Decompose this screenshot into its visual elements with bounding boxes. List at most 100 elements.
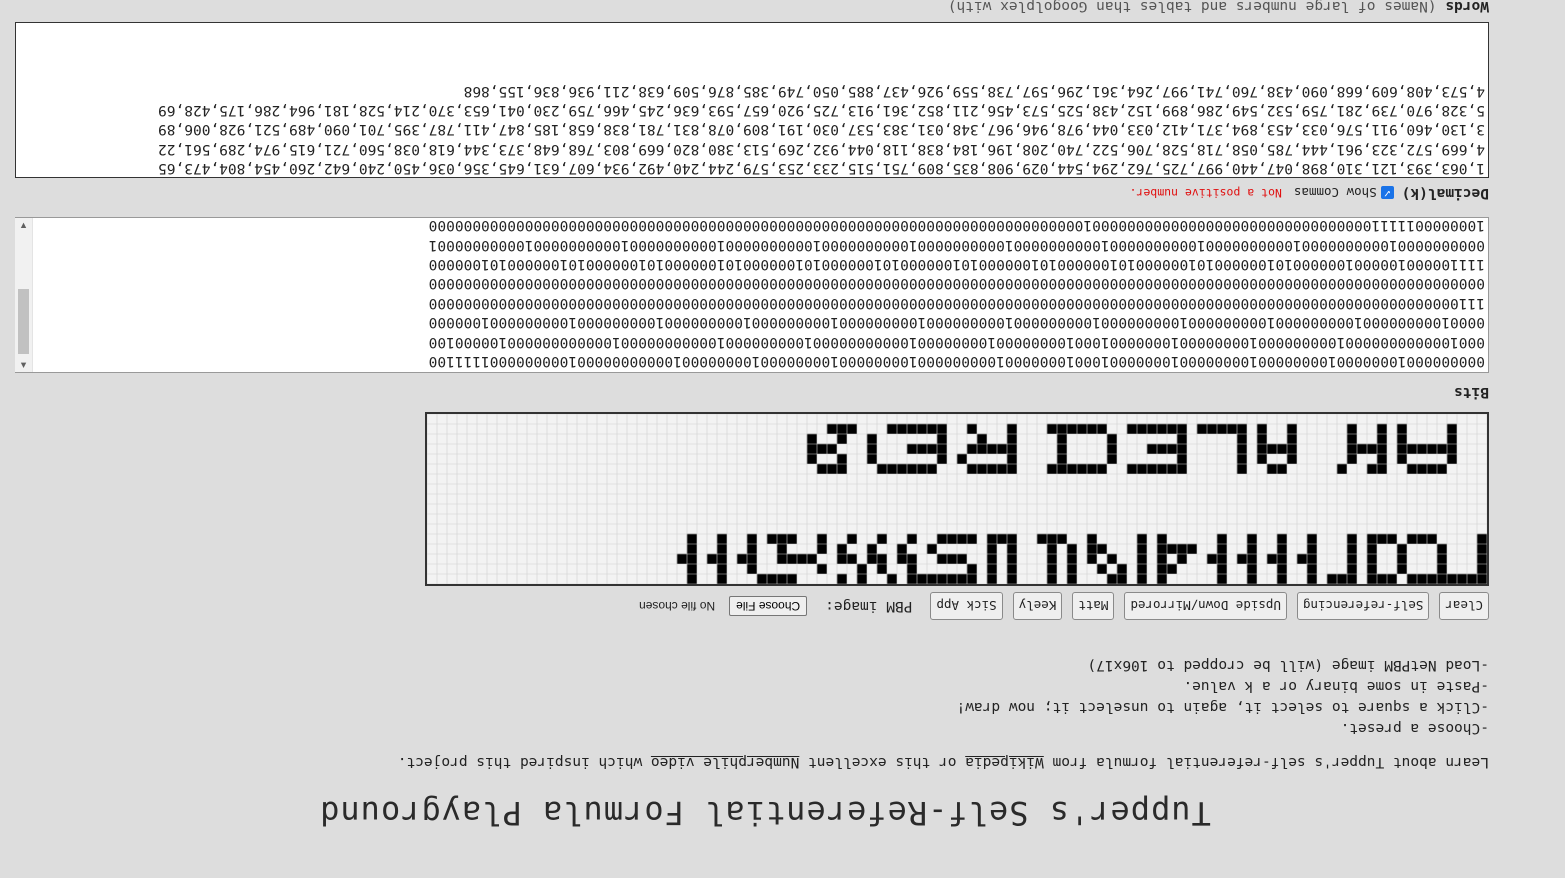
grid-cell-on[interactable] — [1006, 433, 1017, 444]
grid-cell-on[interactable] — [846, 553, 857, 564]
grid-cell-on[interactable] — [1216, 573, 1227, 584]
grid-cell-on[interactable] — [1106, 553, 1117, 564]
grid-cell-on[interactable] — [1066, 423, 1077, 434]
grid-cell-on[interactable] — [1126, 463, 1137, 474]
grid-cell-on[interactable] — [1206, 423, 1217, 434]
grid-cell-on[interactable] — [1416, 573, 1427, 584]
grid-cell-on[interactable] — [1006, 543, 1017, 554]
grid-cell-on[interactable] — [1166, 463, 1177, 474]
grid-cell-on[interactable] — [946, 553, 957, 564]
grid-cell-on[interactable] — [1446, 453, 1457, 464]
grid-cell-on[interactable] — [1406, 443, 1417, 454]
grid-cell-on[interactable] — [836, 463, 847, 474]
grid-cell-on[interactable] — [956, 533, 967, 544]
grid-cell-on[interactable] — [1046, 423, 1057, 434]
grid-cell-on[interactable] — [1276, 443, 1287, 454]
grid-cell-on[interactable] — [1136, 533, 1147, 544]
grid-cell-on[interactable] — [1346, 443, 1357, 454]
grid-cell-on[interactable] — [1006, 533, 1017, 544]
grid-cell-on[interactable] — [1376, 433, 1387, 444]
grid-cell-on[interactable] — [1136, 573, 1147, 584]
grid-cell-on[interactable] — [1436, 553, 1447, 564]
grid-cell-on[interactable] — [1266, 463, 1277, 474]
grid-cell-on[interactable] — [1086, 423, 1097, 434]
grid-cell-on[interactable] — [866, 433, 877, 444]
grid-cell-on[interactable] — [1376, 533, 1387, 544]
grid-cell-on[interactable] — [1426, 533, 1437, 544]
grid-cell-on[interactable] — [786, 553, 797, 564]
grid-cell-on[interactable] — [746, 553, 757, 564]
grid-cell-on[interactable] — [946, 573, 957, 584]
grid-cell-on[interactable] — [736, 553, 747, 564]
grid-cell-on[interactable] — [996, 443, 1007, 454]
grid-cell-on[interactable] — [786, 533, 797, 544]
grid-cell-on[interactable] — [1136, 463, 1147, 474]
grid-cell-on[interactable] — [816, 533, 827, 544]
scroll-up-icon[interactable]: ▲ — [15, 360, 32, 370]
grid-cell-on[interactable] — [926, 443, 937, 454]
grid-cell-on[interactable] — [686, 533, 697, 544]
grid-cell-on[interactable] — [716, 533, 727, 544]
grid-cell-on[interactable] — [1346, 543, 1357, 554]
grid-cell-on[interactable] — [1296, 553, 1307, 564]
grid-cell-on[interactable] — [966, 443, 977, 454]
grid-cell-on[interactable] — [1256, 453, 1267, 464]
grid-cell-on[interactable] — [1226, 423, 1237, 434]
grid-cell-on[interactable] — [1176, 443, 1187, 454]
grid-cell-on[interactable] — [916, 423, 927, 434]
grid-cell-on[interactable] — [1006, 423, 1017, 434]
grid-cell-on[interactable] — [1376, 453, 1387, 464]
grid-cell-on[interactable] — [1106, 433, 1117, 444]
grid-cell-on[interactable] — [1246, 533, 1257, 544]
grid-cell-on[interactable] — [1476, 553, 1487, 564]
grid-cell-on[interactable] — [1376, 443, 1387, 454]
grid-cell-on[interactable] — [1176, 543, 1187, 554]
grid-cell-on[interactable] — [1096, 543, 1107, 554]
grid-cell-on[interactable] — [1146, 463, 1157, 474]
grid-cell-on[interactable] — [976, 433, 987, 444]
grid-cell-on[interactable] — [1166, 443, 1177, 454]
clear-button[interactable]: Clear — [1439, 592, 1489, 620]
scroll-down-icon[interactable]: ▼ — [15, 220, 32, 230]
grid-cell-on[interactable] — [1066, 463, 1077, 474]
grid-cell-on[interactable] — [1326, 573, 1337, 584]
grid-cell-on[interactable] — [1366, 543, 1377, 554]
grid-cell-on[interactable] — [966, 423, 977, 434]
grid-cell-on[interactable] — [966, 563, 977, 574]
grid-cell-on[interactable] — [876, 563, 887, 574]
grid-cell-on[interactable] — [1156, 553, 1167, 564]
grid-canvas[interactable] — [427, 414, 1487, 584]
grid-cell-on[interactable] — [1306, 533, 1317, 544]
grid-cell-on[interactable] — [896, 543, 907, 554]
grid-cell-on[interactable] — [836, 453, 847, 464]
grid-cell-on[interactable] — [936, 573, 947, 584]
grid-cell-on[interactable] — [1236, 463, 1247, 474]
grid-cell-on[interactable] — [1176, 553, 1187, 564]
grid-cell-on[interactable] — [956, 573, 967, 584]
grid-cell-on[interactable] — [1066, 553, 1077, 564]
grid-cell-on[interactable] — [1266, 443, 1277, 454]
grid-cell-on[interactable] — [1346, 423, 1357, 434]
grid-cell-on[interactable] — [936, 453, 947, 464]
grid-cell-on[interactable] — [1446, 423, 1457, 434]
grid-cell-on[interactable] — [1046, 543, 1057, 554]
grid-cell-on[interactable] — [686, 573, 697, 584]
grid-cell-on[interactable] — [776, 553, 787, 564]
grid-cell-on[interactable] — [1286, 443, 1297, 454]
grid-cell-on[interactable] — [906, 573, 917, 584]
grid-cell-on[interactable] — [766, 573, 777, 584]
scroll-thumb[interactable] — [18, 289, 29, 354]
grid-cell-on[interactable] — [1146, 443, 1157, 454]
grid-cell-on[interactable] — [836, 573, 847, 584]
grid-cell-on[interactable] — [1346, 453, 1357, 464]
grid-cell-on[interactable] — [816, 543, 827, 554]
grid-cell-on[interactable] — [1376, 573, 1387, 584]
grid-cell-on[interactable] — [796, 553, 807, 564]
grid-cell-on[interactable] — [766, 533, 777, 544]
grid-cell-on[interactable] — [1396, 453, 1407, 464]
grid-cell-on[interactable] — [1396, 563, 1407, 574]
grid-cell-on[interactable] — [906, 563, 917, 574]
grid-cell-on[interactable] — [1266, 553, 1277, 564]
grid-cell-on[interactable] — [1036, 533, 1047, 544]
keely-button[interactable]: Keely — [1012, 592, 1063, 620]
